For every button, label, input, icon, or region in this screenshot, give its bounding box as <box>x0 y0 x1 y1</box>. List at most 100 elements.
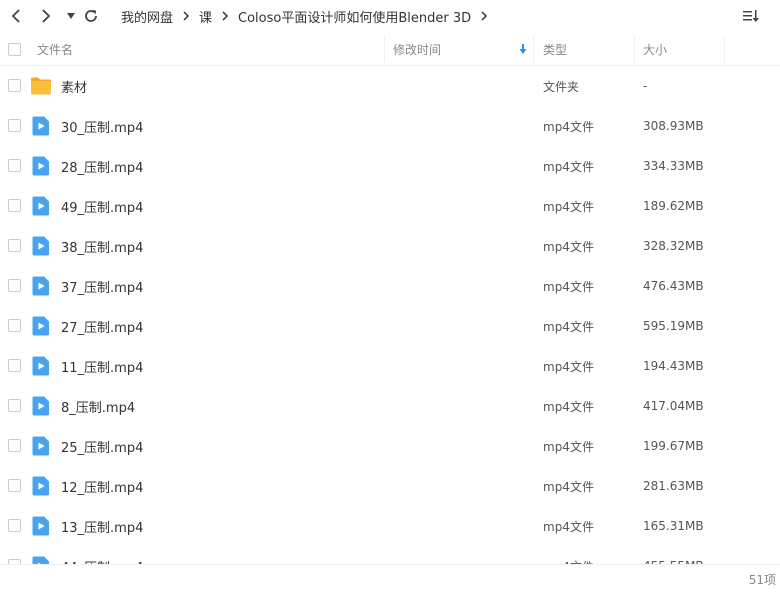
file-type: mp4文件 <box>543 519 594 534</box>
column-divider[interactable] <box>384 36 385 62</box>
column-header-modified[interactable]: 修改时间 <box>393 32 441 66</box>
toolbar: 我的网盘 课 Coloso平面设计师如何使用Blender 3D <box>0 0 780 32</box>
breadcrumb-item[interactable]: 我的网盘 <box>121 7 173 26</box>
row-checkbox[interactable] <box>8 519 21 532</box>
video-file-icon <box>32 276 49 296</box>
refresh-button[interactable] <box>81 6 101 26</box>
chevron-right-icon[interactable] <box>480 11 488 21</box>
file-row[interactable]: 8_压制.mp4 mp4文件 417.04MB <box>0 386 780 426</box>
file-size: 334.33MB <box>643 159 704 173</box>
file-row[interactable]: 30_压制.mp4 mp4文件 308.93MB <box>0 106 780 146</box>
file-name[interactable]: 8_压制.mp4 <box>61 386 135 426</box>
file-size: 308.93MB <box>643 119 704 133</box>
file-type: 文件夹 <box>543 79 580 94</box>
row-checkbox[interactable] <box>8 79 21 92</box>
sort-order-button[interactable] <box>742 7 760 25</box>
video-file-icon <box>32 476 49 496</box>
file-type: mp4文件 <box>543 546 594 565</box>
video-file-icon <box>32 156 49 176</box>
column-header-name[interactable]: 文件名 <box>37 32 73 66</box>
file-size: 281.63MB <box>643 479 704 493</box>
file-row[interactable]: 27_压制.mp4 mp4文件 595.19MB <box>0 306 780 346</box>
row-checkbox[interactable] <box>8 439 21 452</box>
file-type: mp4文件 <box>543 159 594 174</box>
file-size: 189.62MB <box>643 199 704 213</box>
file-size: 455.55MB <box>643 546 704 564</box>
file-row[interactable]: 11_压制.mp4 mp4文件 194.43MB <box>0 346 780 386</box>
file-name[interactable]: 13_压制.mp4 <box>61 506 143 546</box>
chevron-right-icon <box>221 11 229 21</box>
file-name[interactable]: 44_压制.mp4 <box>61 546 143 565</box>
refresh-icon <box>85 10 97 22</box>
video-file-icon <box>32 556 49 564</box>
file-type: mp4文件 <box>543 399 594 414</box>
file-row[interactable]: 12_压制.mp4 mp4文件 281.63MB <box>0 466 780 506</box>
video-file-icon <box>32 236 49 256</box>
column-header-size[interactable]: 大小 <box>643 32 667 66</box>
file-type: mp4文件 <box>543 279 594 294</box>
row-checkbox[interactable] <box>8 479 21 492</box>
column-header-type[interactable]: 类型 <box>543 32 567 66</box>
column-divider[interactable] <box>533 36 534 62</box>
back-button[interactable] <box>6 6 26 26</box>
file-row[interactable]: 38_压制.mp4 mp4文件 328.32MB <box>0 226 780 266</box>
file-row[interactable]: 13_压制.mp4 mp4文件 165.31MB <box>0 506 780 546</box>
file-name[interactable]: 38_压制.mp4 <box>61 226 143 266</box>
row-checkbox[interactable] <box>8 359 21 372</box>
sort-arrow-icon <box>519 43 527 59</box>
file-size: 328.32MB <box>643 239 704 253</box>
video-file-icon <box>32 516 49 536</box>
file-name[interactable]: 30_压制.mp4 <box>61 106 143 146</box>
row-checkbox[interactable] <box>8 319 21 332</box>
file-size: 595.19MB <box>643 319 704 333</box>
file-row[interactable]: 37_压制.mp4 mp4文件 476.43MB <box>0 266 780 306</box>
file-name[interactable]: 37_压制.mp4 <box>61 266 143 306</box>
file-row[interactable]: 44_压制.mp4 mp4文件 455.55MB <box>0 546 780 564</box>
row-checkbox[interactable] <box>8 199 21 212</box>
row-checkbox[interactable] <box>8 279 21 292</box>
file-name[interactable]: 12_压制.mp4 <box>61 466 143 506</box>
file-size: 199.67MB <box>643 439 704 453</box>
video-file-icon <box>32 316 49 336</box>
file-type: mp4文件 <box>543 199 594 214</box>
file-name[interactable]: 28_压制.mp4 <box>61 146 143 186</box>
video-file-icon <box>32 436 49 456</box>
file-name[interactable]: 27_压制.mp4 <box>61 306 143 346</box>
file-type: mp4文件 <box>543 319 594 334</box>
row-checkbox[interactable] <box>8 239 21 252</box>
file-size: 165.31MB <box>643 519 704 533</box>
select-all-checkbox[interactable] <box>8 43 21 56</box>
item-count: 51项 <box>748 572 776 587</box>
file-name[interactable]: 素材 <box>61 66 87 106</box>
column-header: 文件名 修改时间 类型 大小 <box>0 32 780 66</box>
file-row[interactable]: 素材 文件夹 - <box>0 66 780 106</box>
file-type: mp4文件 <box>543 479 594 494</box>
row-checkbox[interactable] <box>8 399 21 412</box>
file-row[interactable]: 28_压制.mp4 mp4文件 334.33MB <box>0 146 780 186</box>
file-size: 194.43MB <box>643 359 704 373</box>
file-type: mp4文件 <box>543 359 594 374</box>
history-dropdown-button[interactable] <box>61 6 81 26</box>
row-checkbox[interactable] <box>8 159 21 172</box>
file-type: mp4文件 <box>543 239 594 254</box>
video-file-icon <box>32 356 49 376</box>
file-name[interactable]: 49_压制.mp4 <box>61 186 143 226</box>
chevron-right-icon <box>182 11 190 21</box>
sort-list-icon <box>743 10 759 22</box>
column-divider[interactable] <box>634 36 635 62</box>
file-row[interactable]: 49_压制.mp4 mp4文件 189.62MB <box>0 186 780 226</box>
breadcrumb-item[interactable]: 课 <box>199 7 212 26</box>
row-checkbox[interactable] <box>8 119 21 132</box>
file-name[interactable]: 25_压制.mp4 <box>61 426 143 466</box>
forward-button[interactable] <box>36 6 56 26</box>
chevron-right-icon <box>42 9 51 23</box>
file-size: 476.43MB <box>643 279 704 293</box>
video-file-icon <box>32 196 49 216</box>
file-size: 417.04MB <box>643 399 704 413</box>
file-type: mp4文件 <box>543 439 594 454</box>
column-divider[interactable] <box>724 36 725 62</box>
breadcrumb-item[interactable]: Coloso平面设计师如何使用Blender 3D <box>238 7 471 26</box>
file-name[interactable]: 11_压制.mp4 <box>61 346 143 386</box>
caret-down-icon <box>67 13 75 19</box>
file-row[interactable]: 25_压制.mp4 mp4文件 199.67MB <box>0 426 780 466</box>
